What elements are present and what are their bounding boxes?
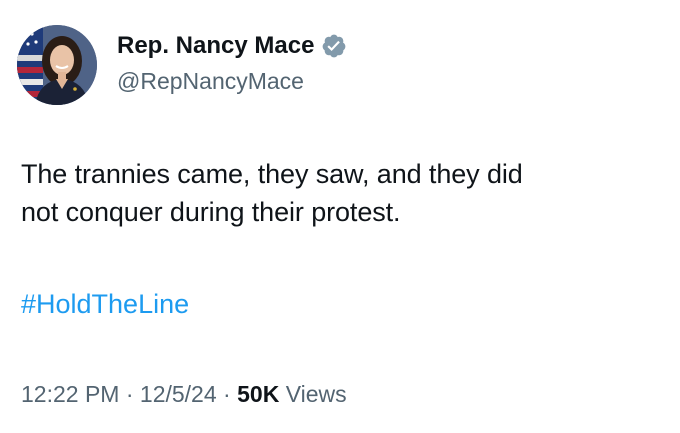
author-handle[interactable]: @RepNancyMace — [117, 66, 304, 96]
views-label: Views — [285, 381, 347, 407]
post-text-line: not conquer during their protest. — [21, 197, 401, 227]
hashtag-link[interactable]: #HoldTheLine — [21, 286, 189, 322]
tweet: Rep. Nancy Mace @RepNancyMace The tranni… — [0, 0, 680, 433]
post-time[interactable]: 12:22 PM — [21, 381, 119, 407]
verified-badge-icon[interactable] — [321, 33, 347, 59]
author-name[interactable]: Rep. Nancy Mace — [117, 30, 314, 62]
post-text: The trannies came, they saw, and they di… — [21, 155, 661, 231]
views-count: 50K — [237, 381, 280, 407]
meta-separator: · — [216, 381, 238, 407]
post-text-line: The trannies came, they saw, and they di… — [21, 159, 523, 189]
post-meta: 12:22 PM · 12/5/24 · 50K Views — [21, 378, 347, 410]
avatar-image — [17, 25, 97, 105]
avatar[interactable] — [17, 25, 97, 105]
post-date[interactable]: 12/5/24 — [140, 381, 217, 407]
meta-separator: · — [119, 381, 140, 407]
author-name-row[interactable]: Rep. Nancy Mace — [117, 30, 347, 62]
